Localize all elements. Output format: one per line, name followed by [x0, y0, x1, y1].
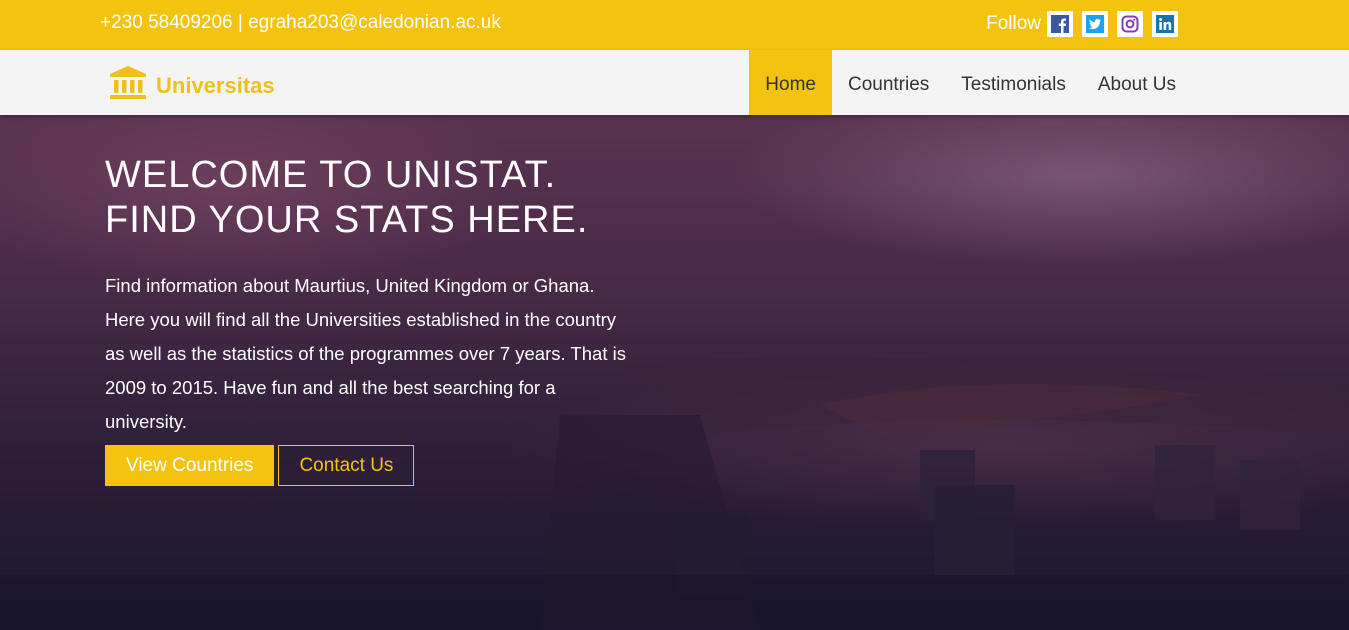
- nav-home[interactable]: Home: [749, 50, 832, 115]
- contact-us-button[interactable]: Contact Us: [278, 445, 415, 486]
- headline-line-1: WELCOME TO UNISTAT.: [105, 154, 557, 196]
- brand-name: Universitas: [156, 73, 275, 98]
- linkedin-icon: [1156, 15, 1174, 33]
- twitter-icon: [1086, 15, 1104, 33]
- hero-headline: WELCOME TO UNISTAT. FIND YOUR STATS HERE…: [105, 153, 645, 243]
- university-building-icon: [110, 66, 146, 99]
- instagram-link[interactable]: [1117, 11, 1143, 37]
- hero-section: WELCOME TO UNISTAT. FIND YOUR STATS HERE…: [0, 115, 1349, 630]
- facebook-icon: [1051, 15, 1069, 33]
- main-navbar: Universitas Home Countries Testimonials …: [0, 50, 1349, 115]
- social-follow: Follow: [986, 11, 1178, 37]
- top-bar: +230 58409206 | egraha203@caledonian.ac.…: [0, 0, 1349, 50]
- contact-info: +230 58409206 | egraha203@caledonian.ac.…: [100, 12, 501, 33]
- hero-content: WELCOME TO UNISTAT. FIND YOUR STATS HERE…: [105, 153, 645, 486]
- hero-buttons: View Countries Contact Us: [105, 445, 645, 486]
- nav-testimonials[interactable]: Testimonials: [945, 50, 1082, 115]
- headline-line-2: FIND YOUR STATS HERE.: [105, 199, 589, 241]
- nav-about-us[interactable]: About Us: [1082, 50, 1192, 115]
- view-countries-button[interactable]: View Countries: [105, 445, 275, 486]
- brand-logo[interactable]: Universitas: [108, 65, 275, 101]
- facebook-link[interactable]: [1047, 11, 1073, 37]
- hero-intro-text: Find information about Maurtius, United …: [105, 275, 626, 432]
- linkedin-link[interactable]: [1152, 11, 1178, 37]
- nav-menu: Home Countries Testimonials About Us: [749, 50, 1192, 115]
- follow-label: Follow: [986, 13, 1041, 34]
- nav-countries[interactable]: Countries: [832, 50, 945, 115]
- twitter-link[interactable]: [1082, 11, 1108, 37]
- instagram-icon: [1121, 15, 1139, 33]
